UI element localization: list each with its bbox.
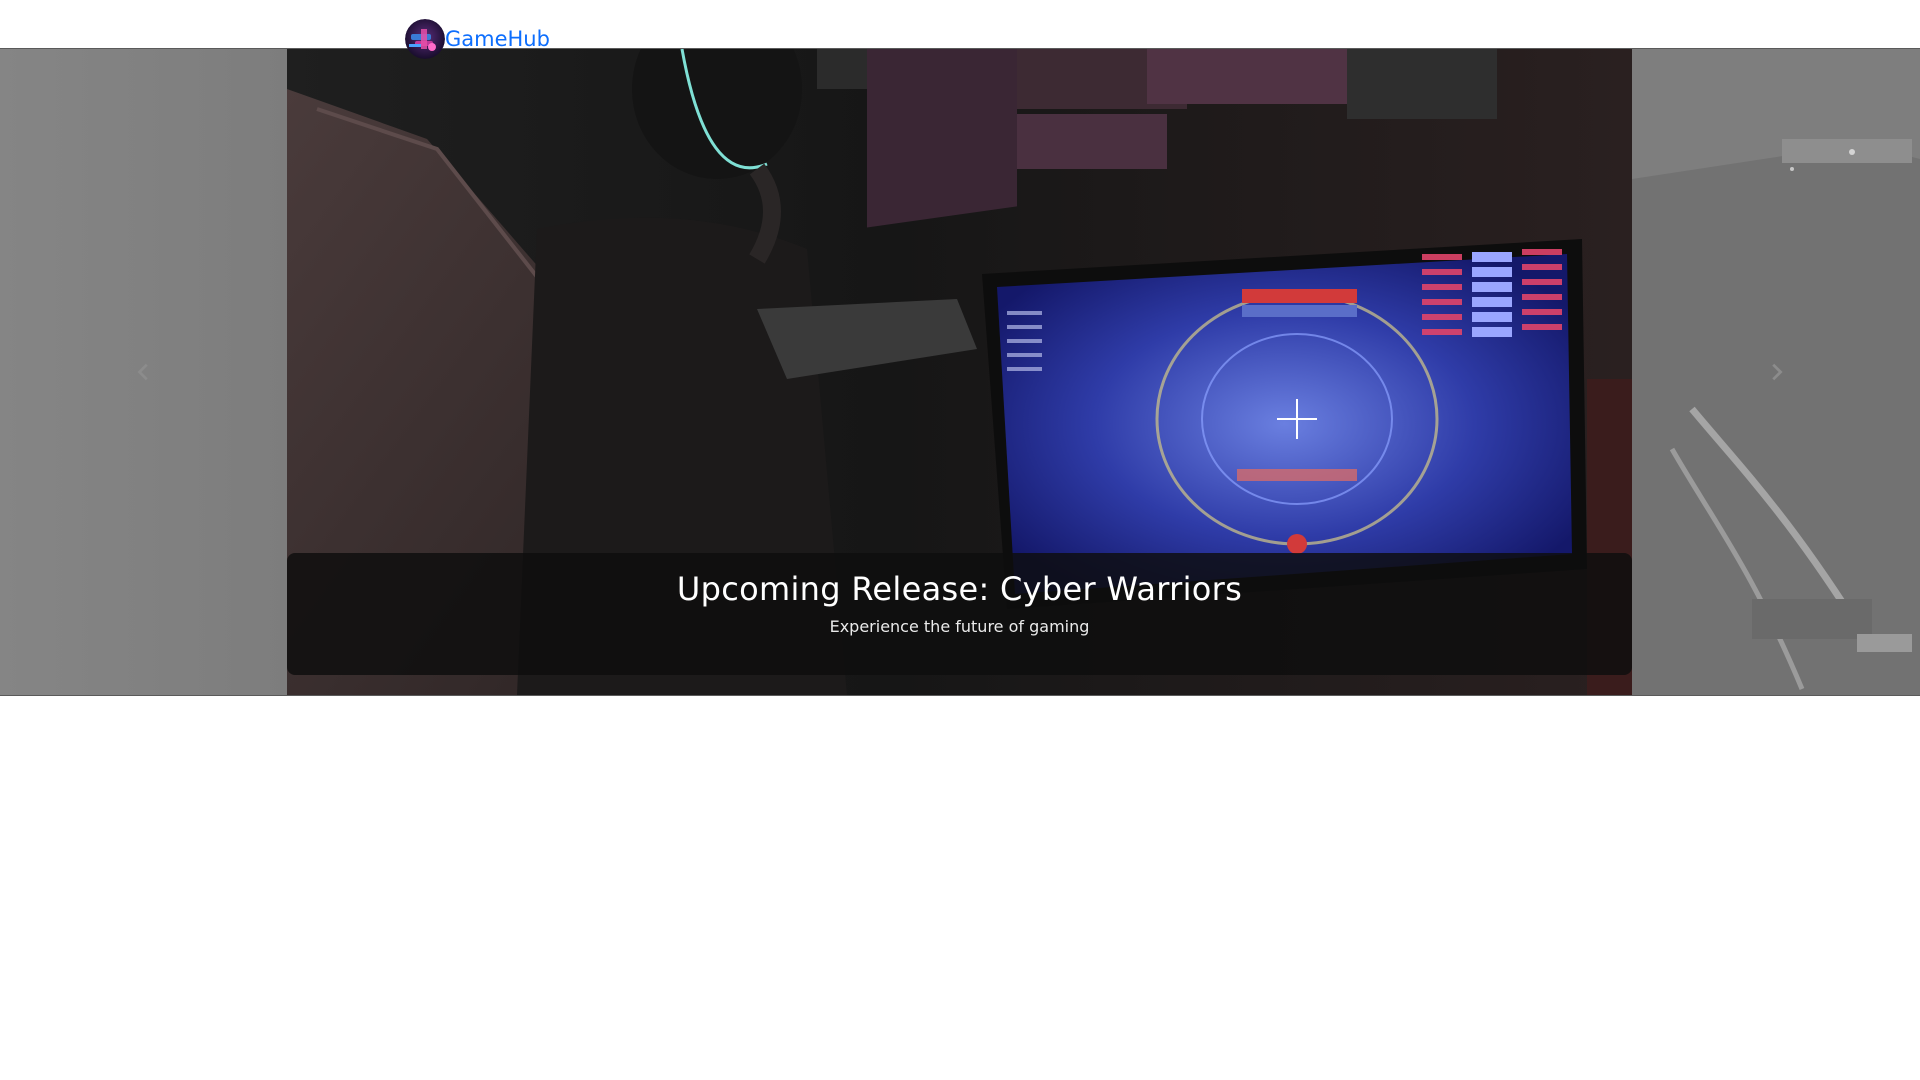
brand-link[interactable]: GameHub	[405, 19, 550, 59]
hero-carousel: Upcoming Release: Cyber Warriors Experie…	[0, 48, 1920, 696]
carousel-next-button[interactable]	[1632, 49, 1919, 695]
carousel-prev-button[interactable]	[0, 49, 287, 695]
top-navbar: GameHub	[0, 0, 1920, 59]
chevron-left-icon	[133, 361, 155, 383]
slide-caption: Upcoming Release: Cyber Warriors Experie…	[287, 553, 1632, 675]
chevron-right-icon	[1765, 361, 1787, 383]
slide-subtitle: Experience the future of gaming	[829, 617, 1090, 636]
slide-title: Upcoming Release: Cyber Warriors	[676, 570, 1243, 608]
brand-name: GameHub	[445, 27, 550, 51]
gamehub-logo-icon	[405, 19, 445, 59]
